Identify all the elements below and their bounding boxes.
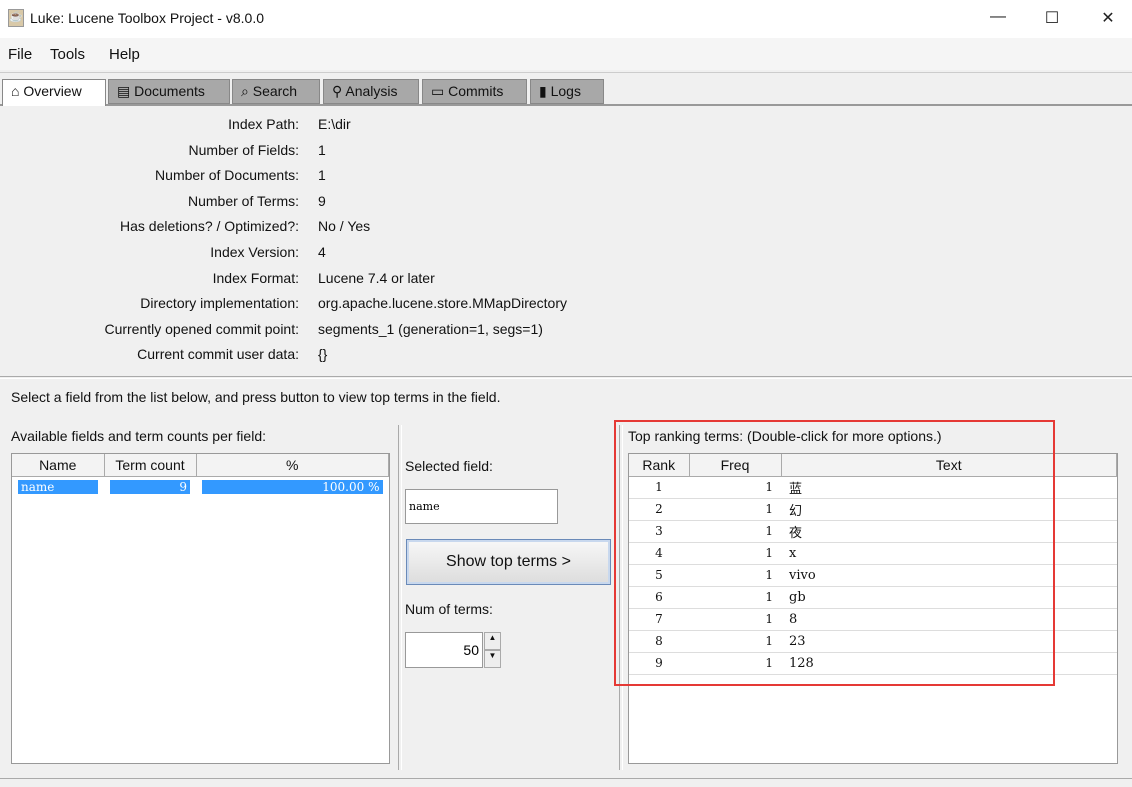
maximize-button[interactable]: ☐ — [1042, 8, 1062, 28]
num-terms-input[interactable] — [405, 632, 483, 668]
vertical-splitter[interactable] — [398, 425, 402, 770]
tab-documents[interactable]: ▤ Documents — [108, 79, 230, 104]
field-term-count: 9 — [110, 480, 190, 495]
info-value: 9 — [318, 192, 326, 209]
info-label: Currently opened commit point: — [104, 320, 299, 337]
instruction-text: Select a field from the list below, and … — [11, 389, 501, 405]
status-divider — [0, 778, 1132, 781]
tab-label: Documents — [134, 83, 205, 99]
info-value: E:\dir — [318, 116, 351, 132]
info-value: No / Yes — [318, 218, 371, 235]
menu-help[interactable]: Help — [109, 46, 140, 63]
tab-search[interactable]: ⌕ Search — [232, 79, 320, 104]
highlight-box — [614, 420, 1055, 686]
selected-field-input[interactable] — [405, 489, 558, 524]
tab-bar: ⌂ Overview ▤ Documents ⌕ Search ⚲ Analys… — [0, 72, 1132, 106]
tab-label: Commits — [448, 83, 504, 99]
show-top-terms-button[interactable]: Show top terms > — [406, 539, 611, 585]
tab-analysis[interactable]: ⚲ Analysis — [323, 79, 419, 104]
menu-bar: File Tools Help — [0, 38, 1132, 70]
info-label: Number of Fields: — [188, 141, 299, 158]
info-value: 1 — [318, 167, 326, 184]
spinner-down-icon[interactable]: ▼ — [484, 650, 501, 668]
info-value: org.apache.lucene.store.MMapDirectory — [318, 295, 568, 312]
title-bar: ☕ Luke: Lucene Toolbox Project - v8.0.0 … — [0, 0, 1132, 38]
info-label: Directory implementation: — [140, 295, 299, 312]
info-label: Has deletions? / Optimized?: — [120, 218, 299, 235]
tab-label: Analysis — [345, 83, 398, 99]
minimize-button[interactable]: — — [988, 8, 1008, 26]
col-percent[interactable]: % — [196, 454, 389, 477]
fields-title: Available fields and term counts per fie… — [11, 428, 266, 444]
tab-logs[interactable]: ▮ Logs — [530, 79, 604, 104]
info-value: {} — [318, 346, 328, 363]
tab-label: Search — [252, 83, 298, 99]
analysis-icon: ⚲ — [332, 83, 343, 99]
info-label: Index Format: — [212, 269, 299, 286]
tab-overview[interactable]: ⌂ Overview — [2, 79, 106, 106]
selected-field-label: Selected field: — [405, 458, 493, 474]
info-label: Current commit user data: — [137, 346, 299, 363]
home-icon: ⌂ — [11, 83, 20, 99]
field-percent: 100.00 % — [202, 480, 383, 495]
info-label: Number of Documents: — [155, 167, 299, 184]
info-label: Number of Terms: — [188, 192, 299, 209]
log-book-icon: ▮ — [539, 83, 547, 99]
fields-table[interactable]: Name Term count% name 9 100.00 % — [11, 453, 390, 764]
tab-label: Logs — [550, 83, 581, 99]
menu-tools[interactable]: Tools — [50, 46, 85, 63]
computer-icon: ▭ — [431, 83, 445, 99]
document-icon: ▤ — [117, 83, 131, 99]
menu-file[interactable]: File — [8, 46, 32, 63]
col-name[interactable]: Name — [12, 454, 105, 477]
tab-label: Overview — [23, 83, 82, 99]
java-app-icon: ☕ — [8, 9, 24, 27]
table-row[interactable]: name 9 100.00 % — [12, 476, 389, 498]
window-title: Luke: Lucene Toolbox Project - v8.0.0 — [30, 10, 265, 26]
info-value: 4 — [318, 244, 326, 260]
field-name: name — [18, 480, 98, 495]
close-button[interactable]: ✕ — [1098, 8, 1118, 28]
info-value: 1 — [318, 141, 326, 158]
num-terms-label: Num of terms: — [405, 601, 493, 617]
search-icon: ⌕ — [241, 83, 249, 99]
info-label: Index Path: — [228, 116, 299, 132]
info-value: Lucene 7.4 or later — [318, 269, 435, 286]
tab-commits[interactable]: ▭ Commits — [422, 79, 527, 104]
splitter[interactable] — [0, 376, 1132, 379]
col-term-count[interactable]: Term count — [104, 454, 197, 477]
info-value: segments_1 (generation=1, segs=1) — [318, 320, 543, 337]
info-label: Index Version: — [210, 244, 299, 260]
spinner-up-icon[interactable]: ▲ — [484, 632, 501, 650]
